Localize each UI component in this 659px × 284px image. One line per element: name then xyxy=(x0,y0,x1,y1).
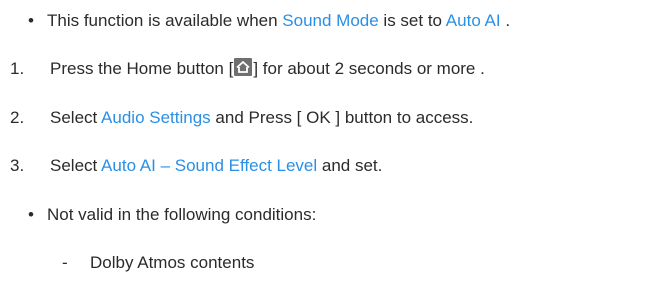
dash-marker: - xyxy=(62,253,68,272)
condition-text: Dolby Atmos contents xyxy=(90,253,255,272)
bullet-marker: • xyxy=(28,205,34,224)
text-segment: and set. xyxy=(317,156,383,175)
audio-settings-link: Audio Settings xyxy=(101,108,211,127)
step-text: Press the Home button [ ] for about 2 sec… xyxy=(50,57,485,81)
step-text: Select Auto AI – Sound Effect Level and … xyxy=(50,154,382,178)
text-segment: and Press [ OK ] button to access. xyxy=(210,108,474,127)
text-segment: . xyxy=(500,11,511,30)
text-segment: Select xyxy=(50,156,102,175)
text-segment: is set to xyxy=(378,11,446,30)
sound-mode-link: Sound Mode xyxy=(282,11,379,30)
step-text: Select Audio Settings and Press [ OK ] b… xyxy=(50,106,473,130)
step-number: 3. xyxy=(10,156,25,175)
conditions-text: Not valid in the following conditions: xyxy=(47,205,317,224)
info-text: This function is available when Sound Mo… xyxy=(47,9,510,33)
text-segment: Select xyxy=(50,108,102,127)
step-number: 2. xyxy=(10,108,25,127)
step-number: 1. xyxy=(10,59,25,78)
home-icon xyxy=(234,58,253,76)
sound-effect-level-link: Auto AI – Sound Effect Level xyxy=(101,156,318,175)
text-segment: ] for about 2 seconds or more . xyxy=(253,59,485,78)
bullet-marker: • xyxy=(28,11,34,30)
text-segment: This function is available when xyxy=(47,11,283,30)
text-segment: Press the Home button [ xyxy=(50,59,234,78)
auto-ai-link: Auto AI xyxy=(445,11,501,30)
